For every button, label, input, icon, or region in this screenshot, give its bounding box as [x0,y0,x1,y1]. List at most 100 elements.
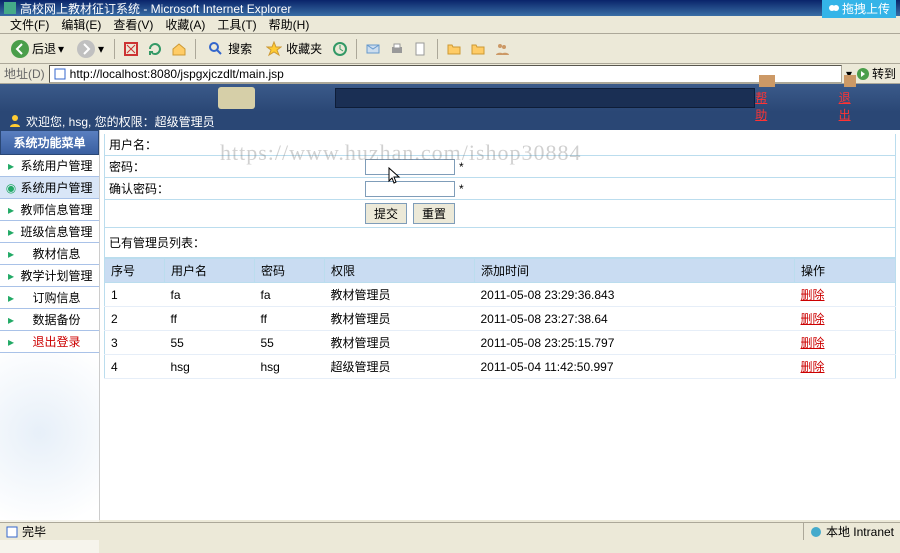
header-search[interactable] [335,88,755,108]
table-cell: 2011-05-08 23:25:15.797 [475,331,795,355]
menu-tools[interactable]: 工具(T) [211,16,262,33]
people-icon[interactable] [492,39,512,59]
table-cell: 55 [165,331,255,355]
menu-favorites[interactable]: 收藏(A) [159,16,211,33]
table-cell-op: 删除 [795,331,896,355]
upload-label: 拖拽上传 [842,0,890,17]
delete-link[interactable]: 删除 [801,288,825,302]
menu-view[interactable]: 查看(V) [107,16,159,33]
sidebar-item-3[interactable]: ▸班级信息管理 [0,221,99,243]
table-cell-op: 删除 [795,355,896,379]
bullet-icon: ▸ [4,269,18,283]
address-label: 地址(D) [4,65,45,82]
sidebar-item-label: 教材信息 [18,245,95,262]
back-button[interactable]: 后退 ▾ [6,37,68,61]
favorites-label: 收藏夹 [286,40,322,57]
app-logo [218,87,255,109]
welcome-text: 欢迎您, hsg, 您的权限：超级管理员 [26,113,215,130]
upload-badge[interactable]: 拖拽上传 [822,0,896,18]
submit-button[interactable]: 提交 [365,203,407,224]
app-icon [4,2,16,14]
sidebar-item-label: 系统用户管理 [18,157,95,174]
table-cell-op: 删除 [795,283,896,307]
delete-link[interactable]: 删除 [801,336,825,350]
search-button[interactable]: 搜索 [202,37,256,61]
help-link[interactable]: 帮 助 [755,73,778,123]
back-label: 后退 [32,40,56,57]
table-cell: 教材管理员 [325,283,475,307]
zone-icon [810,526,822,538]
sidebar-item-5[interactable]: ▸教学计划管理 [0,265,99,287]
table-row: 35555教材管理员2011-05-08 23:25:15.797删除 [105,331,896,355]
sidebar-logout[interactable]: ▸退出登录 [0,331,99,353]
mail-icon[interactable] [363,39,383,59]
window-title: 高校网上教材征订系统 - Microsoft Internet Explorer [20,0,291,17]
refresh-icon[interactable] [145,39,165,59]
folder-icon[interactable] [444,39,464,59]
stop-icon[interactable] [121,39,141,59]
content-area: https://www.huzhan.com/ishop30884 用户名： 密… [100,130,900,520]
zone-label: 本地 Intranet [826,523,894,540]
password-input[interactable] [365,159,455,175]
print-icon[interactable] [387,39,407,59]
password-label: 密码： [105,158,365,175]
exit-link[interactable]: 退 出 [839,73,862,123]
table-header: 用户名 [165,259,255,283]
sidebar-item-label: 教学计划管理 [18,267,95,284]
sidebar-item-2[interactable]: ▸教师信息管理 [0,199,99,221]
menubar: 文件(F) 编辑(E) 查看(V) 收藏(A) 工具(T) 帮助(H) [0,16,900,34]
security-zone: 本地 Intranet [803,523,894,540]
folder2-icon[interactable] [468,39,488,59]
window-titlebar: 高校网上教材征订系统 - Microsoft Internet Explorer… [0,0,900,16]
search-icon [206,39,226,59]
list-label: 已有管理员列表： [104,228,896,258]
forward-button[interactable]: ▾ [72,37,108,61]
menu-file[interactable]: 文件(F) [4,16,55,33]
table-cell: 4 [105,355,165,379]
table-row: 2ffff教材管理员2011-05-08 23:27:38.64删除 [105,307,896,331]
table-cell: 55 [255,331,325,355]
table-cell: hsg [255,355,325,379]
table-cell: 2 [105,307,165,331]
menu-help[interactable]: 帮助(H) [263,16,316,33]
sidebar-item-4[interactable]: ▸教材信息 [0,243,99,265]
address-input[interactable]: http://localhost:8080/jspgxjczdlt/main.j… [49,65,842,83]
confirm-input[interactable] [365,181,455,197]
toolbar: 后退 ▾ ▾ 搜索 收藏夹 [0,34,900,64]
address-url: http://localhost:8080/jspgxjczdlt/main.j… [70,67,284,81]
table-cell: hsg [165,355,255,379]
back-dropdown-icon: ▾ [58,42,64,56]
home-icon[interactable] [169,39,189,59]
table-header: 添加时间 [475,259,795,283]
table-cell: 超级管理员 [325,355,475,379]
form-buttons: 提交 重置 [104,200,896,228]
reset-button[interactable]: 重置 [413,203,455,224]
table-cell: 2011-05-08 23:27:38.64 [475,307,795,331]
menu-edit[interactable]: 编辑(E) [55,16,107,33]
table-cell: fa [255,283,325,307]
bullet-icon: ▸ [4,291,18,305]
table-header: 权限 [325,259,475,283]
bullet-icon: ▸ [4,313,18,327]
bullet-icon: ▸ [4,335,18,349]
bullet-icon: ▸ [4,159,18,173]
sidebar-item-0[interactable]: ▸系统用户管理 [0,155,99,177]
delete-link[interactable]: 删除 [801,360,825,374]
user-icon [8,114,22,128]
edit-icon[interactable] [411,39,431,59]
bullet-icon: ▸ [4,247,18,261]
history-icon[interactable] [330,39,350,59]
table-header: 密码 [255,259,325,283]
form-row-confirm: 确认密码： * [104,178,896,200]
sidebar-item-7[interactable]: ▸数据备份 [0,309,99,331]
required-star: * [459,160,464,174]
sidebar-item-1[interactable]: ◉系统用户管理 [0,177,99,199]
favorites-button[interactable]: 收藏夹 [260,37,326,61]
username-label: 用户名： [105,136,365,153]
table-cell: 1 [105,283,165,307]
table-row: 1fafa教材管理员2011-05-08 23:29:36.843删除 [105,283,896,307]
sidebar-item-6[interactable]: ▸订购信息 [0,287,99,309]
app-header: 帮 助 退 出 [0,84,900,112]
sidebar-item-label: 数据备份 [18,311,95,328]
delete-link[interactable]: 删除 [801,312,825,326]
